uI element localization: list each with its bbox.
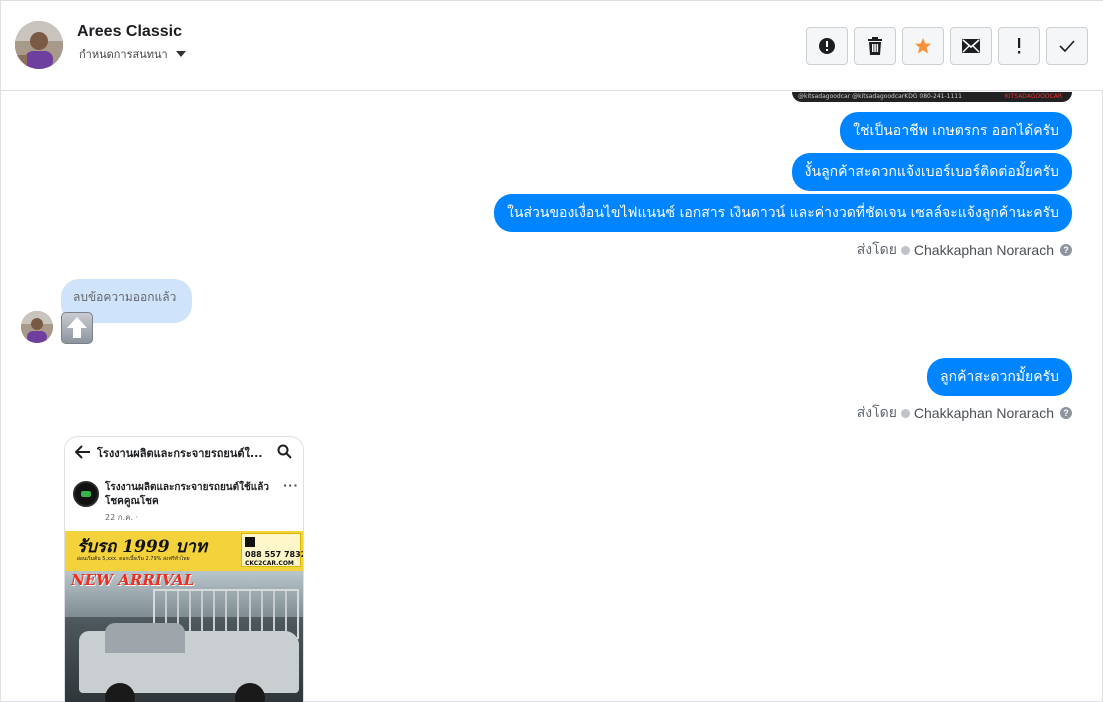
conversation-toolbar <box>806 27 1088 65</box>
mark-unread-button[interactable] <box>950 27 992 65</box>
message-thread[interactable]: @kitsadagoodcar @kitsadagoodcarKDG 080-2… <box>1 92 1103 702</box>
attachment-tag: KITSADAGOODCAR <box>1004 93 1062 100</box>
conversation-header: Arees Classic กำหนดการสนทนา <box>1 1 1103 91</box>
previous-image-attachment[interactable]: @kitsadagoodcar @kitsadagoodcarKDG 080-2… <box>792 92 1072 102</box>
outgoing-message[interactable]: งั้นลูกค้าสะดวกแจ้งเบอร์เบอร์ติดต่อมั้ยค… <box>791 153 1072 191</box>
delete-button[interactable] <box>854 27 896 65</box>
trash-icon <box>868 37 882 55</box>
help-icon[interactable]: ? <box>1060 407 1072 419</box>
page-logo <box>73 481 99 507</box>
up-arrow-emoji-icon <box>61 312 93 344</box>
inbox-conversation-panel: Arees Classic กำหนดการสนทนา @kitsadagood… <box>0 0 1103 702</box>
deleted-message-text: ลบข้อความออกแล้ว <box>73 290 177 304</box>
more-icon: ··· <box>283 479 299 492</box>
star-icon <box>915 38 931 54</box>
contact-avatar-small[interactable] <box>21 311 53 343</box>
help-icon[interactable]: ? <box>1060 244 1072 256</box>
spam-button[interactable] <box>806 27 848 65</box>
contact-name[interactable]: Arees Classic <box>77 23 182 41</box>
contact-avatar[interactable] <box>15 21 63 69</box>
image-page-name: โรงงานผลิตและกระจายรถยนต์ใช้แล้ว โชคคูณโ… <box>105 482 269 507</box>
outgoing-message[interactable]: ใช่เป็นอาชีพ เกษตรกร ออกได้ครับ <box>840 112 1072 150</box>
image-page-title: โรงงานผลิตและกระจายรถยนต์ใ... <box>97 447 263 460</box>
search-icon <box>277 444 292 459</box>
image-post-date: 22 ก.ค. · <box>105 513 139 522</box>
caret-down-icon <box>175 51 186 57</box>
agent-avatar-icon <box>900 408 910 418</box>
brand-phone: 088 557 7832 <box>245 550 304 559</box>
new-arrival-label: NEW ARRIVAL <box>71 571 195 589</box>
mark-done-button[interactable] <box>1046 27 1088 65</box>
exclamation-icon <box>1018 38 1021 54</box>
sent-by-label: ส่งโดย Chakkaphan Norarach ? <box>857 239 1072 261</box>
assign-conversation-label: กำหนดการสนทนา <box>79 48 168 61</box>
sent-by-agent[interactable]: Chakkaphan Norarach <box>914 405 1054 421</box>
alert-icon <box>819 38 835 54</box>
image-attachment[interactable]: โรงงานผลิตและกระจายรถยนต์ใ... โรงงานผลิต… <box>64 436 304 702</box>
follow-up-button[interactable] <box>998 27 1040 65</box>
assign-conversation-dropdown[interactable]: กำหนดการสนทนา <box>79 45 186 63</box>
sent-by-prefix: ส่งโดย <box>856 241 897 257</box>
star-button[interactable] <box>902 27 944 65</box>
agent-avatar-icon <box>900 245 910 255</box>
sent-by-label: ส่งโดย Chakkaphan Norarach ? <box>857 402 1072 424</box>
promo-subtext: ผ่อนเริ่มต้น 5,xxx. ดอกเบี้ยเริ่ม 2.79% … <box>77 556 190 562</box>
truck-photo: NEW ARRIVAL <box>65 571 303 702</box>
outgoing-message[interactable]: ในส่วนของเงื่อนไขไฟแนนซ์ เอกสาร เงินดาวน… <box>494 194 1072 232</box>
check-icon <box>1059 40 1075 52</box>
sent-by-prefix: ส่งโดย <box>856 404 897 420</box>
attachment-social-handles: @kitsadagoodcar @kitsadagoodcarKDG 080-2… <box>798 93 962 100</box>
brand-box: 088 557 7832 CKC2CAR.COM <box>241 533 304 567</box>
outgoing-message[interactable]: ลูกค้าสะดวกมั้ยครับ <box>927 358 1072 396</box>
promo-banner: รับรถ 1999 บาท ผ่อนเริ่มต้น 5,xxx. ดอกเบ… <box>65 531 304 571</box>
brand-logo-icon <box>245 537 255 547</box>
sent-by-agent[interactable]: Chakkaphan Norarach <box>914 242 1054 258</box>
envelope-icon <box>962 39 980 53</box>
brand-site: CKC2CAR.COM <box>245 560 294 567</box>
back-arrow-icon <box>75 445 90 459</box>
